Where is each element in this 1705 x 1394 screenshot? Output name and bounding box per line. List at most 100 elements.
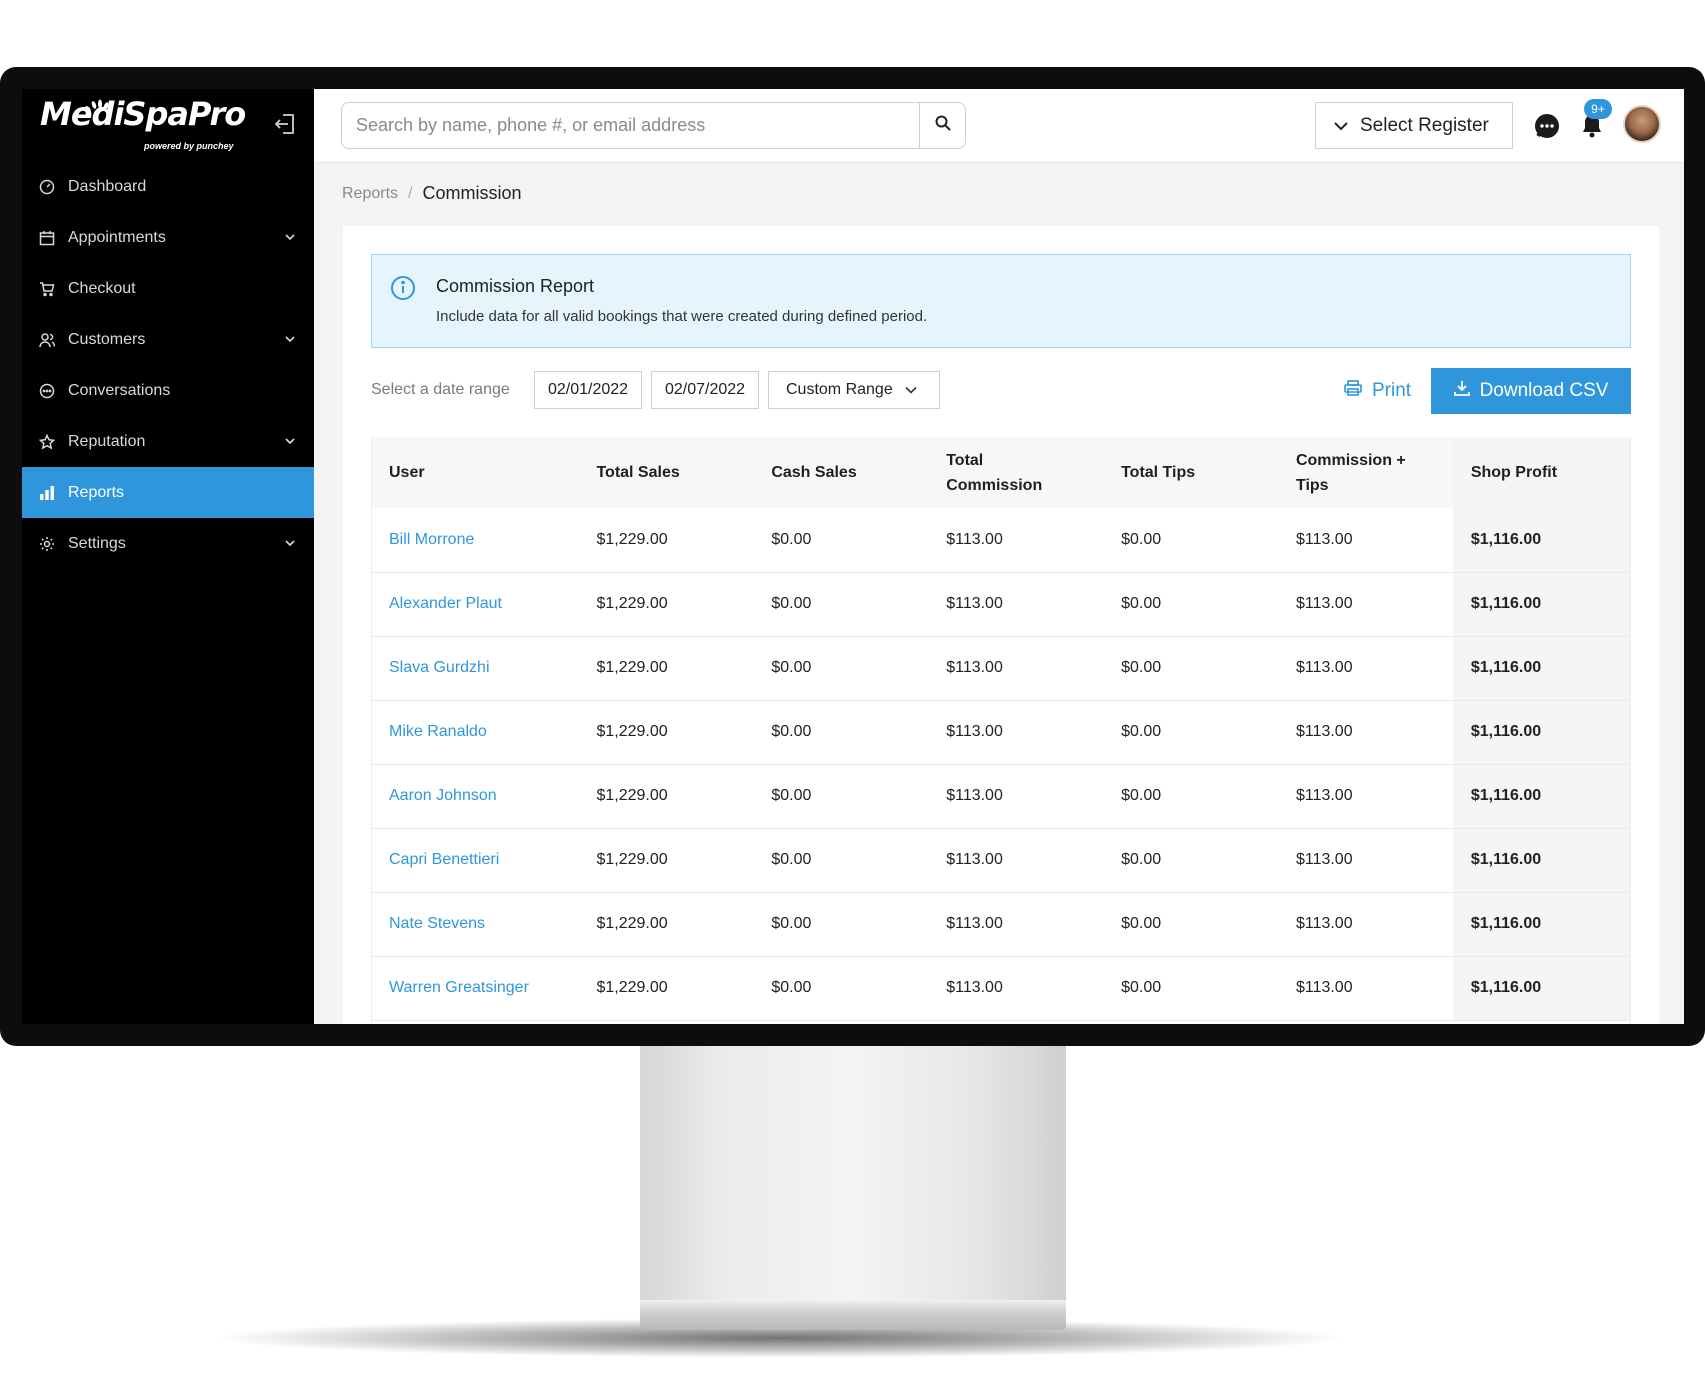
- customers-icon: [38, 331, 56, 349]
- date-from-field[interactable]: 02/01/2022: [534, 371, 642, 409]
- sidebar-item-label: Conversations: [68, 381, 171, 399]
- monitor-stand: [640, 1046, 1066, 1306]
- cash-sales-cell: $0.00: [771, 979, 812, 996]
- user-cell[interactable]: Bill Morrone: [371, 508, 578, 572]
- user-cell[interactable]: Slava Gurdzhi: [371, 636, 578, 700]
- total-commission-cell: $113.00: [946, 787, 1003, 804]
- chevron-down-icon[interactable]: [284, 230, 296, 242]
- cash-sales-cell: $0.00: [771, 659, 812, 676]
- search-icon: [934, 114, 952, 137]
- table-row: Bill Morrone $1,229.00 $0.00 $113.00 $0.00 $1…: [371, 508, 1631, 572]
- total-tips-cell: $0.00: [1121, 659, 1162, 676]
- cash-sales-cell: $0.00: [771, 915, 812, 932]
- notification-badge: 9+: [1584, 99, 1612, 119]
- commission-tips-cell: $113.00: [1295, 979, 1353, 996]
- breadcrumb-parent[interactable]: Reports: [342, 185, 398, 203]
- table-row: Capri Benettieri $1,229.00 $0.00 $113.00 $0.…: [371, 828, 1631, 892]
- sidebar-item-checkout[interactable]: Checkout: [22, 263, 314, 314]
- sidebar-item-dashboard[interactable]: Dashboard: [22, 161, 314, 212]
- sidebar-item-settings[interactable]: Settings: [22, 518, 314, 569]
- user-cell[interactable]: Mike Ranaldo: [371, 700, 578, 764]
- commission-tips-cell: $113.00: [1295, 723, 1353, 740]
- column-header: Total Tips: [1121, 464, 1196, 481]
- shop-profit-cell: $1,116.00: [1452, 508, 1631, 572]
- sidebar-item-label: Settings: [68, 534, 126, 552]
- total-sales-cell: $1,229.00: [596, 851, 668, 868]
- total-sales-cell: $1,229.00: [596, 979, 668, 996]
- print-button[interactable]: Print: [1344, 374, 1411, 408]
- chevron-down-icon[interactable]: [284, 434, 296, 446]
- user-cell[interactable]: Capri Benettieri: [371, 828, 578, 892]
- sidebar-item-label: Checkout: [68, 279, 136, 297]
- total-sales-cell: $1,229.00: [596, 659, 668, 676]
- info-icon: [390, 275, 416, 301]
- user-cell[interactable]: Alexander Plaut: [371, 572, 578, 636]
- info-title: Commission Report: [436, 276, 595, 296]
- column-header: Cash Sales: [771, 464, 857, 481]
- total-tips-cell: $0.00: [1121, 530, 1162, 548]
- download-csv-button[interactable]: Download CSV: [1431, 368, 1631, 414]
- column-header: Shop Profit: [1452, 437, 1631, 508]
- cart-icon: [38, 280, 56, 298]
- commission-tips-cell: $113.00: [1295, 851, 1353, 868]
- date-to-field[interactable]: 02/07/2022: [651, 371, 759, 409]
- download-csv-label: Download CSV: [1479, 380, 1609, 401]
- table-row: Nate Stevens $1,229.00 $0.00 $113.00 $0.00 $1…: [371, 892, 1631, 956]
- cash-sales-cell: $0.00: [771, 851, 812, 868]
- user-cell[interactable]: Nate Stevens: [371, 892, 578, 956]
- download-icon: [1453, 380, 1480, 402]
- avatar[interactable]: [1623, 105, 1661, 143]
- select-register-button[interactable]: Select Register: [1315, 102, 1513, 149]
- commission-table: User Total Sales Cash Sales Total Commissio…: [371, 437, 1631, 1021]
- report-card: Commission Report Include data for all v…: [343, 226, 1659, 1024]
- search-button[interactable]: [919, 103, 965, 148]
- date-range-label: Select a date range: [371, 381, 510, 398]
- shop-profit-cell: $1,116.00: [1452, 956, 1631, 1020]
- logo-wordmark: MediSpaPro: [40, 95, 246, 133]
- calendar-icon: [38, 229, 56, 247]
- bar-chart-icon: [38, 484, 56, 502]
- print-label: Print: [1372, 380, 1412, 401]
- sidebar-item-label: Dashboard: [68, 177, 147, 195]
- column-header: Total Commission: [946, 451, 1043, 494]
- chat-icon[interactable]: [1534, 113, 1560, 139]
- total-sales-cell: $1,229.00: [596, 787, 668, 804]
- sidebar-item-customers[interactable]: Customers: [22, 314, 314, 365]
- shop-profit-cell: $1,116.00: [1452, 764, 1631, 828]
- app-screen: MediSpaPro powered by punchey Dashboard A…: [22, 89, 1684, 1024]
- collapse-sidebar-icon[interactable]: [272, 111, 298, 137]
- user-cell[interactable]: Aaron Johnson: [371, 764, 578, 828]
- table-header-row: User Total Sales Cash Sales Total Commissio…: [371, 437, 1631, 508]
- chevron-down-icon[interactable]: [284, 332, 296, 344]
- logo-leaves-icon: [84, 99, 110, 116]
- chat-bubble-icon: [38, 382, 56, 400]
- page-title: Commission: [422, 183, 522, 203]
- cash-sales-cell: $0.00: [771, 787, 812, 804]
- search-input[interactable]: [342, 103, 919, 148]
- total-commission-cell: $113.00: [946, 723, 1003, 740]
- commission-tips-cell: $113.00: [1295, 530, 1353, 548]
- table-row: Alexander Plaut $1,229.00 $0.00 $113.00 $0.0…: [371, 572, 1631, 636]
- table-row: Aaron Johnson $1,229.00 $0.00 $113.00 $0.00 $…: [371, 764, 1631, 828]
- sidebar-item-label: Customers: [68, 330, 146, 348]
- total-commission-cell: $113.00: [946, 530, 1003, 548]
- sidebar-item-reports[interactable]: Reports: [22, 467, 314, 518]
- shop-profit-cell: $1,116.00: [1452, 572, 1631, 636]
- chevron-down-icon: [1334, 115, 1360, 137]
- printer-icon: [1344, 380, 1372, 402]
- commission-tips-cell: $113.00: [1295, 915, 1353, 932]
- shop-profit-cell: $1,116.00: [1452, 892, 1631, 956]
- sidebar-item-reputation[interactable]: Reputation: [22, 416, 314, 467]
- cash-sales-cell: $0.00: [771, 530, 812, 548]
- info-banner: Commission Report Include data for all v…: [371, 254, 1631, 348]
- shop-profit-cell: $1,116.00: [1452, 636, 1631, 700]
- sidebar-item-appointments[interactable]: Appointments: [22, 212, 314, 263]
- sidebar-item-label: Reports: [68, 483, 125, 501]
- user-cell[interactable]: Warren Greatsinger: [371, 956, 578, 1020]
- total-tips-cell: $0.00: [1121, 723, 1162, 740]
- logo-tagline: powered by punchey: [144, 141, 234, 151]
- sidebar-item-conversations[interactable]: Conversations: [22, 365, 314, 416]
- column-header: User: [389, 464, 425, 481]
- chevron-down-icon[interactable]: [284, 536, 296, 548]
- range-select[interactable]: Custom Range: [768, 371, 940, 409]
